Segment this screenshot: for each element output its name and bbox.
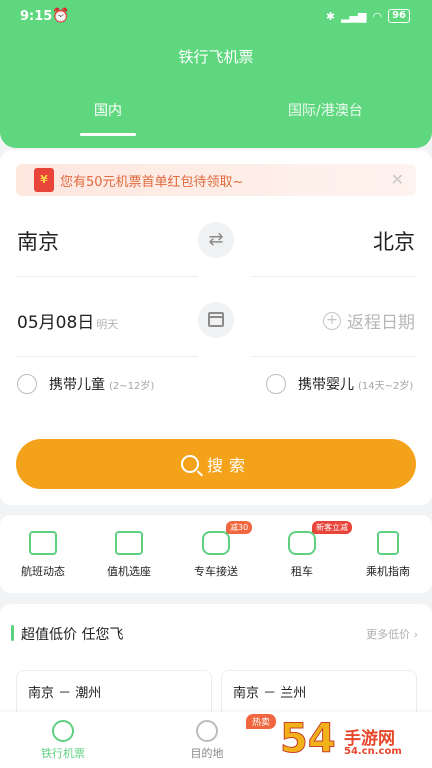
- car-icon: [202, 531, 230, 555]
- bluetooth-icon: ✱: [325, 9, 336, 23]
- return-date-placeholder: 返程日期: [347, 313, 415, 333]
- depart-date[interactable]: 05月08日 明天: [17, 308, 118, 333]
- tab-international[interactable]: 国际/港澳台: [288, 100, 363, 120]
- search-card: ¥ 您有50元机票首单红包待领取~ ✕ 南京 ⇄ 北京 05月08日 明天 + 返…: [0, 150, 432, 505]
- divider: [16, 356, 198, 357]
- tab-domestic[interactable]: 国内: [94, 100, 122, 120]
- rental-car-icon: [288, 531, 316, 555]
- radio-child[interactable]: [17, 374, 37, 394]
- option-child[interactable]: 携带儿童 (2~12岁): [17, 374, 154, 394]
- nav-destinations[interactable]: 目的地: [162, 720, 252, 761]
- alarm-icon: ⏰: [52, 8, 70, 24]
- divider: [252, 356, 416, 357]
- service-label: 值机选座: [107, 565, 151, 578]
- watermark-logo: 54 手游网 54.cn.com: [280, 716, 430, 764]
- divider: [252, 276, 416, 277]
- search-label: 搜索: [206, 456, 251, 475]
- hot-badge: 热卖: [246, 714, 277, 729]
- red-packet-icon: ¥: [34, 168, 54, 192]
- service-checkin[interactable]: 值机选座: [89, 531, 169, 579]
- deals-title: 超值低价 任您飞: [21, 627, 124, 643]
- from-city[interactable]: 南京: [17, 226, 59, 256]
- option-child-age: (2~12岁): [109, 380, 155, 392]
- service-label: 乘机指南: [366, 565, 410, 578]
- status-right: ✱ ▂▄▆ ◠ 96: [326, 9, 410, 23]
- to-city[interactable]: 北京: [373, 226, 415, 256]
- service-guide[interactable]: 乘机指南: [348, 531, 428, 579]
- status-time: 9:15: [20, 9, 53, 24]
- header: 9:15 ⏰ ✱ ▂▄▆ ◠ 96 铁行飞机票 国内 国际/港澳台: [0, 0, 432, 148]
- return-date[interactable]: + 返程日期: [323, 308, 415, 333]
- radio-infant[interactable]: [266, 374, 286, 394]
- tab-bar: 国内 国际/港澳台: [0, 100, 432, 140]
- search-button[interactable]: 搜索: [16, 439, 416, 489]
- more-deals-link[interactable]: 更多低价 ›: [366, 626, 418, 642]
- watermark-number: 54: [280, 716, 337, 763]
- plane-icon: [52, 720, 74, 742]
- plus-icon: +: [323, 311, 341, 330]
- wifi-icon: ◠: [372, 9, 383, 23]
- divider: [16, 276, 198, 277]
- service-label: 专车接送: [194, 565, 238, 578]
- section-accent: [11, 625, 14, 641]
- discount-badge: 减30: [226, 521, 253, 534]
- calendar-icon: [208, 312, 224, 327]
- service-flight-status[interactable]: 航班动态: [3, 531, 83, 579]
- nav-label: 目的地: [190, 747, 224, 760]
- search-icon: [180, 455, 199, 473]
- signal-icon: ▂▄▆: [341, 9, 367, 23]
- service-car-rental[interactable]: 新客立减 租车: [262, 521, 352, 579]
- nav-label: 铁行机票: [41, 747, 85, 760]
- monitor-icon: [29, 531, 57, 555]
- battery-icon: 96: [388, 9, 410, 23]
- swap-icon[interactable]: ⇄: [198, 222, 234, 258]
- option-infant-label: 携带婴儿: [298, 377, 354, 393]
- services-bar: 航班动态 值机选座 减30 专车接送 新客立减 租车 乘机指南: [0, 515, 432, 593]
- service-label: 租车: [291, 565, 313, 578]
- service-label: 航班动态: [21, 565, 65, 578]
- option-infant-age: (14天~2岁): [358, 380, 414, 392]
- chevron-right-icon: ›: [413, 628, 418, 641]
- option-infant[interactable]: 携带婴儿 (14天~2岁): [266, 374, 413, 394]
- tab-underline: [80, 133, 136, 136]
- new-user-badge: 新客立减: [312, 521, 352, 534]
- watermark-url: 54.cn.com: [344, 746, 402, 757]
- page-title: 铁行飞机票: [178, 48, 254, 66]
- service-transfer[interactable]: 减30 专车接送: [176, 521, 256, 579]
- depart-date-value: 05月08日: [17, 313, 95, 333]
- depart-day: 明天: [96, 318, 119, 331]
- close-icon[interactable]: ✕: [391, 170, 404, 189]
- compass-icon: [196, 720, 218, 742]
- more-deals-label: 更多低价: [366, 628, 411, 641]
- promo-text: 您有50元机票首单红包待领取~: [60, 175, 244, 190]
- promo-banner[interactable]: ¥ 您有50元机票首单红包待领取~ ✕: [16, 164, 416, 196]
- option-child-label: 携带儿童: [49, 377, 105, 393]
- document-icon: [377, 531, 399, 555]
- calendar-button[interactable]: [198, 302, 234, 338]
- nav-flights[interactable]: 铁行机票: [18, 720, 108, 761]
- status-bar: 9:15 ⏰ ✱ ▂▄▆ ◠ 96: [0, 8, 432, 28]
- copy-icon: [115, 531, 143, 555]
